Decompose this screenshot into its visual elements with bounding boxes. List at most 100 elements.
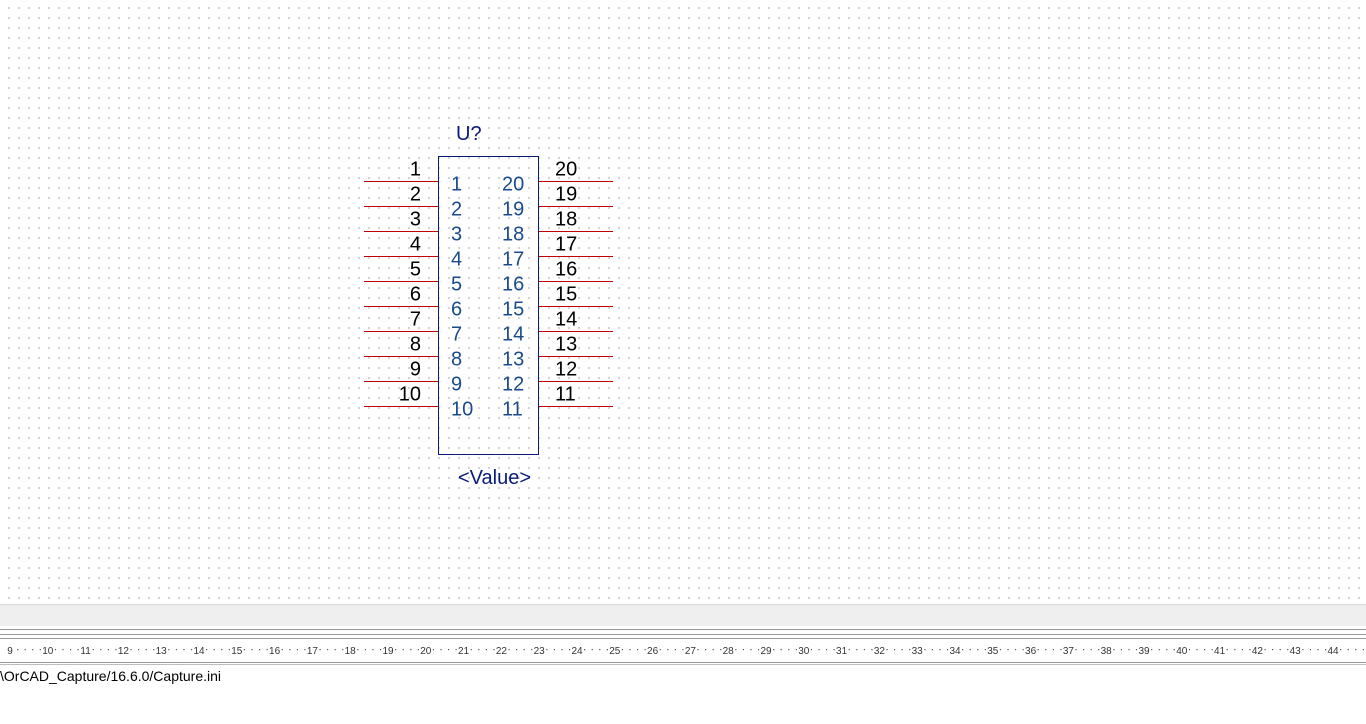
ruler-minor-tick [206, 649, 208, 651]
pin-name-left-10[interactable]: 10 [451, 399, 473, 421]
pin-number-left-10[interactable]: 10 [399, 384, 421, 406]
ruler-label-13: 13 [156, 646, 168, 657]
ruler-minor-tick [1188, 649, 1191, 651]
ruler-minor-tick [334, 649, 336, 651]
schematic-drawing[interactable]: U? <Value> 11202022191933181844171755161… [0, 0, 1366, 604]
ruler-label-26: 26 [647, 646, 659, 657]
ruler-minor-tick [636, 649, 639, 651]
ruler-minor-tick [115, 649, 117, 651]
ruler-minor-tick [962, 649, 964, 651]
pin-number-left-2[interactable]: 2 [410, 184, 421, 206]
pin-name-right-5[interactable]: 16 [502, 274, 524, 296]
pin-name-right-7[interactable]: 14 [502, 324, 524, 346]
ruler-minor-tick [213, 649, 215, 651]
ruler-minor-tick [621, 649, 624, 651]
pin-name-right-6[interactable]: 15 [502, 299, 524, 321]
pin-number-right-8[interactable]: 13 [555, 334, 577, 356]
ruler-label-9: 9 [7, 646, 13, 657]
reference-designator[interactable]: U? [456, 123, 482, 145]
ruler-minor-tick [780, 649, 782, 651]
pin-name-left-6[interactable]: 6 [451, 299, 462, 321]
ruler-minor-tick [788, 649, 790, 651]
ruler-minor-tick [825, 649, 828, 651]
pin-name-left-7[interactable]: 7 [451, 324, 462, 346]
ruler-minor-tick [1287, 649, 1289, 651]
ruler-minor-tick [24, 649, 26, 651]
pin-number-right-9[interactable]: 12 [555, 359, 577, 381]
pin-number-right-10[interactable]: 11 [555, 384, 576, 406]
ruler-minor-tick [62, 649, 64, 651]
pin-name-right-8[interactable]: 13 [502, 349, 524, 371]
ruler-minor-tick [243, 649, 246, 651]
pin-name-right-3[interactable]: 18 [502, 224, 524, 246]
ruler-minor-tick [606, 649, 608, 651]
pin-name-right-10[interactable]: 11 [502, 399, 523, 421]
pin-number-right-4[interactable]: 17 [555, 234, 577, 256]
ruler-minor-tick [1098, 649, 1100, 651]
status-path-text: \OrCAD_Capture/16.6.0/Capture.ini [0, 668, 221, 684]
ruler-minor-tick [190, 649, 193, 651]
pin-name-left-2[interactable]: 2 [451, 199, 462, 221]
ruler-minor-tick [584, 649, 586, 651]
pin-number-right-2[interactable]: 19 [555, 184, 577, 206]
ruler-minor-tick [1166, 649, 1168, 651]
ruler-minor-tick [674, 649, 676, 651]
pin-number-left-4[interactable]: 4 [410, 234, 421, 256]
ruler-minor-tick [296, 649, 298, 651]
ruler-label-31: 31 [836, 646, 848, 657]
ruler-label-32: 32 [874, 646, 886, 657]
ruler-minor-tick [1052, 649, 1054, 651]
pin-number-left-9[interactable]: 9 [410, 359, 421, 381]
ruler-minor-tick [455, 649, 457, 651]
ruler-minor-tick [984, 649, 986, 651]
pin-name-left-3[interactable]: 3 [451, 224, 462, 246]
ruler-label-21: 21 [458, 646, 470, 657]
ruler-minor-tick [485, 649, 487, 651]
ruler-minor-tick [1355, 649, 1357, 651]
ruler-minor-tick [1060, 649, 1062, 651]
pin-name-right-4[interactable]: 17 [502, 249, 524, 271]
ruler-label-14: 14 [193, 646, 205, 657]
ruler-minor-tick [130, 649, 132, 651]
schematic-canvas[interactable]: U? <Value> 1 1 20 20 2 2 19 19 3 3 18 18 4 4 17 17 5 5 16 1… [0, 0, 1366, 604]
pin-number-left-8[interactable]: 8 [410, 334, 421, 356]
pin-number-left-1[interactable]: 1 [410, 159, 421, 181]
pin-number-left-7[interactable]: 7 [410, 309, 421, 331]
pin-name-left-8[interactable]: 8 [451, 349, 462, 371]
pin-name-right-9[interactable]: 12 [502, 374, 524, 396]
ruler-minor-tick [924, 649, 926, 651]
pin-number-right-1[interactable]: 20 [555, 159, 577, 181]
pin-name-left-1[interactable]: 1 [451, 174, 462, 196]
pin-number-left-6[interactable]: 6 [410, 284, 421, 306]
ruler-label-11: 11 [80, 646, 91, 657]
ruler-minor-tick [946, 649, 949, 651]
ruler-minor-tick [568, 649, 571, 651]
pin-name-right-1[interactable]: 20 [502, 174, 524, 196]
ruler-minor-tick [69, 649, 72, 651]
pin-number-left-3[interactable]: 3 [410, 209, 421, 231]
ruler-label-19: 19 [382, 646, 394, 657]
ruler-label-33: 33 [912, 646, 924, 657]
pin-number-right-6[interactable]: 15 [555, 284, 577, 306]
pin-name-right-2[interactable]: 19 [502, 199, 524, 221]
ruler-minor-tick [39, 649, 41, 651]
pin-number-right-3[interactable]: 18 [555, 209, 577, 231]
ruler-minor-tick [478, 649, 480, 651]
ruler-minor-tick [410, 649, 412, 651]
pin-number-left-5[interactable]: 5 [410, 259, 421, 281]
ruler-minor-tick [228, 649, 230, 651]
ruler-minor-tick [100, 649, 102, 651]
part-value[interactable]: <Value> [458, 467, 531, 489]
pin-name-left-9[interactable]: 9 [451, 374, 462, 396]
pin-name-left-5[interactable]: 5 [451, 274, 462, 296]
ruler-minor-tick [508, 649, 510, 651]
ruler-label-34: 34 [949, 646, 961, 657]
horizontal-scrollbar[interactable] [0, 604, 1366, 627]
ruler-minor-tick [402, 649, 404, 651]
pin-name-left-4[interactable]: 4 [451, 249, 462, 271]
ruler-minor-tick [909, 649, 911, 651]
ruler-label-44: 44 [1327, 646, 1339, 657]
pin-number-right-7[interactable]: 14 [555, 309, 577, 331]
pin-number-right-5[interactable]: 16 [555, 259, 577, 281]
ruler-minor-tick [757, 649, 760, 651]
